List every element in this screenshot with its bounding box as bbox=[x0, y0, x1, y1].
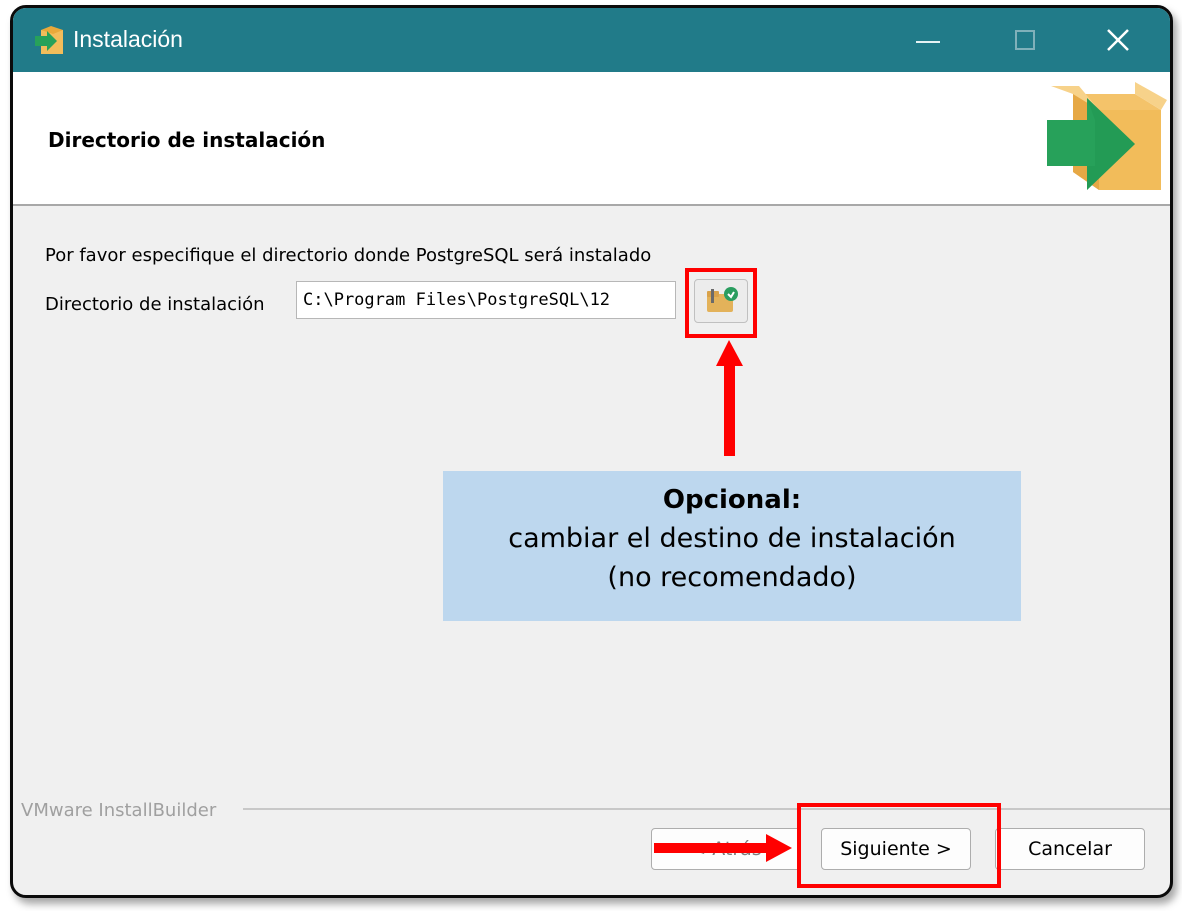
arrow-right-to-next bbox=[654, 834, 792, 862]
arrow-up-to-browse bbox=[716, 340, 743, 456]
annotation-arrows bbox=[654, 340, 792, 862]
